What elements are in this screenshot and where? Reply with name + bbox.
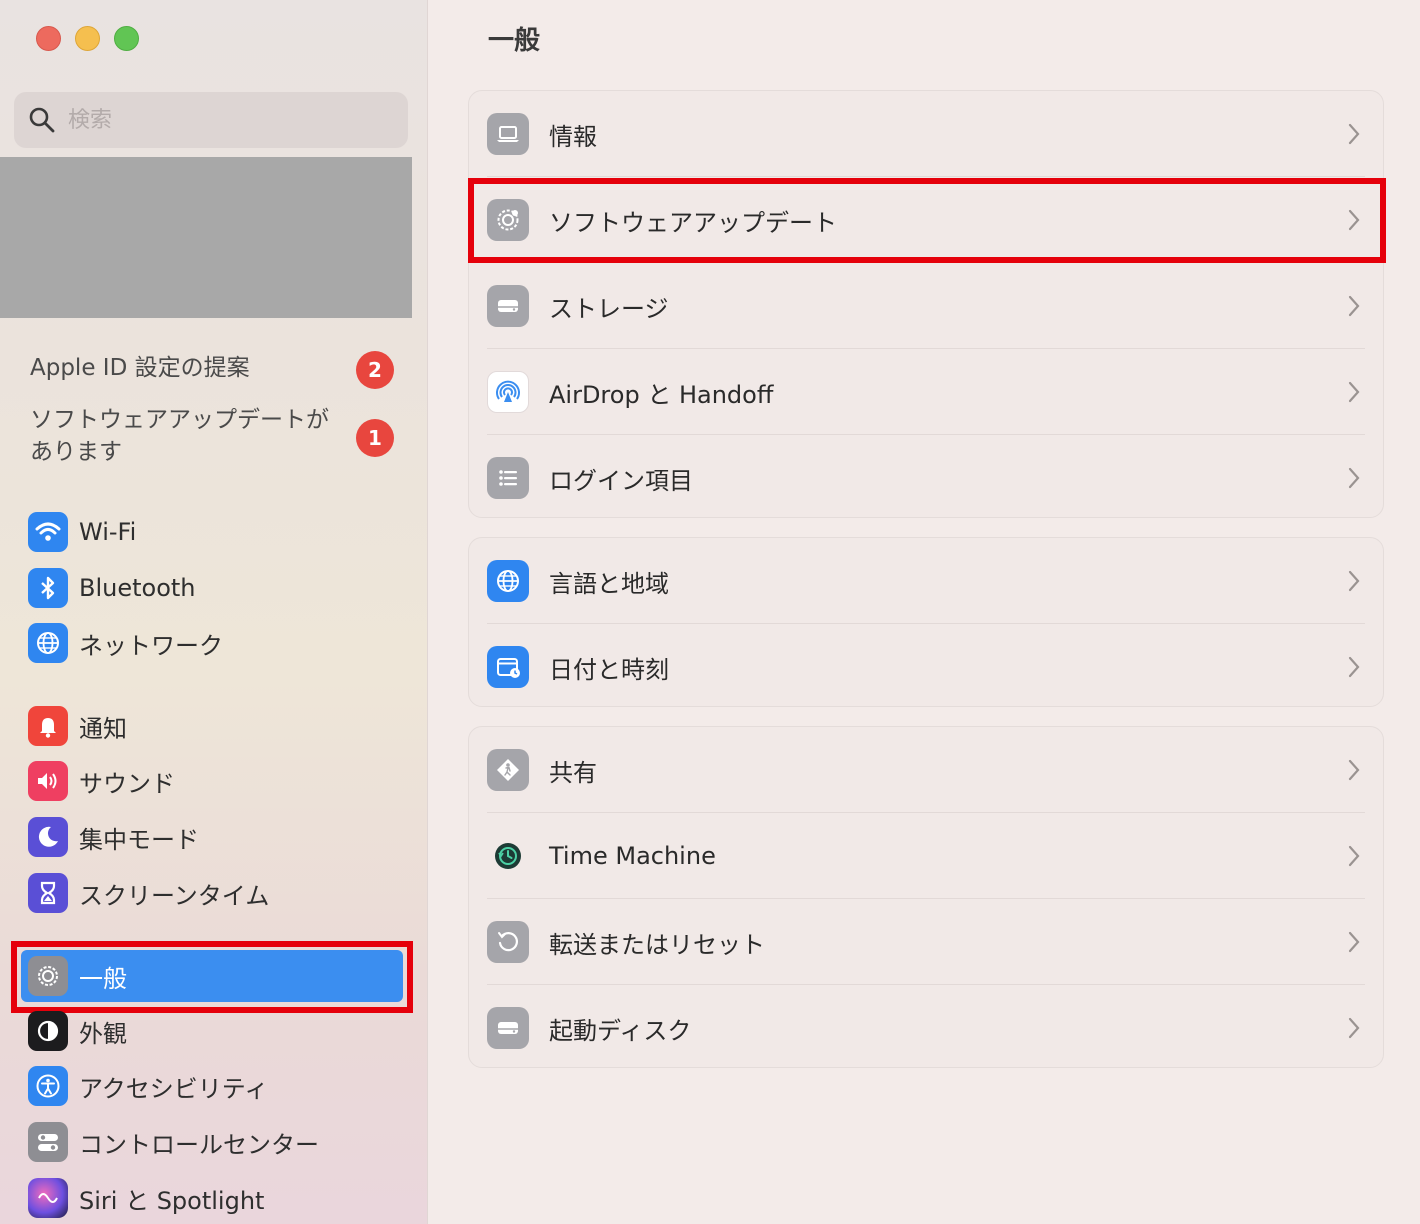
bluetooth-icon (28, 568, 68, 608)
row-label: ログイン項目 (549, 466, 693, 495)
suggestion-label: Apple ID 設定の提案 (30, 355, 250, 381)
sidebar-item-network[interactable]: ネットワーク (28, 619, 404, 667)
search-input[interactable] (68, 107, 368, 133)
chevron-right-icon (1348, 931, 1360, 953)
chevron-right-icon (1348, 381, 1360, 403)
row-about[interactable]: 情報 (469, 91, 1383, 177)
globe-icon (28, 623, 68, 663)
sidebar-item-control-center[interactable]: コントロールセンター (28, 1118, 404, 1166)
settings-group-sharing: 共有 Time Machine 転送またはリセット 起動ディスク (468, 726, 1384, 1068)
laptop-icon (487, 113, 529, 155)
chevron-right-icon (1348, 295, 1360, 317)
row-airdrop-handoff[interactable]: AirDrop と Handoff (469, 349, 1383, 435)
row-time-machine[interactable]: Time Machine (469, 813, 1383, 899)
list-icon (487, 457, 529, 499)
sidebar-item-label: ネットワーク (79, 631, 223, 660)
row-startup-disk[interactable]: 起動ディスク (469, 985, 1383, 1071)
calendar-clock-icon (487, 646, 529, 688)
sidebar-item-bluetooth[interactable]: Bluetooth (28, 564, 404, 612)
chevron-right-icon (1348, 570, 1360, 592)
accessibility-icon (28, 1066, 68, 1106)
sharing-icon (487, 749, 529, 791)
row-label: 転送またはリセット (549, 930, 765, 959)
sidebar: Apple ID 設定の提案 2 ソフトウェアアップデートがあります 1 Wi-… (0, 0, 428, 1224)
sidebar-item-accessibility[interactable]: アクセシビリティ (28, 1062, 404, 1110)
row-label: 起動ディスク (549, 1016, 692, 1045)
globe-icon (487, 560, 529, 602)
row-date-time[interactable]: 日付と時刻 (469, 624, 1383, 710)
sidebar-item-wifi[interactable]: Wi-Fi (28, 508, 404, 556)
notification-badge: 2 (356, 351, 394, 389)
hourglass-icon (28, 873, 68, 913)
toggles-icon (28, 1122, 68, 1162)
suggestion-apple-id[interactable]: Apple ID 設定の提案 2 (30, 351, 400, 389)
row-label: Time Machine (549, 842, 716, 870)
chevron-right-icon (1348, 467, 1360, 489)
row-label: AirDrop と Handoff (549, 380, 774, 409)
page-title: 一般 (488, 26, 541, 56)
chevron-right-icon (1348, 845, 1360, 867)
search-icon (29, 107, 55, 133)
appearance-icon (28, 1011, 68, 1051)
chevron-right-icon (1348, 656, 1360, 678)
close-window-button[interactable] (36, 26, 61, 51)
settings-group-locale: 言語と地域 日付と時刻 (468, 537, 1384, 707)
wifi-icon (28, 512, 68, 552)
drive-icon (487, 285, 529, 327)
disk-icon (487, 1007, 529, 1049)
sidebar-item-label: サウンド (79, 769, 175, 798)
sidebar-item-sound[interactable]: サウンド (28, 757, 404, 805)
chevron-right-icon (1348, 759, 1360, 781)
sidebar-item-siri-spotlight[interactable]: Siri と Spotlight (28, 1174, 404, 1222)
row-label: 日付と時刻 (549, 655, 669, 684)
sidebar-item-label: アクセシビリティ (79, 1074, 269, 1103)
highlight-box-software-update (468, 178, 1386, 263)
sidebar-item-label: Wi-Fi (79, 518, 137, 546)
sidebar-item-focus[interactable]: 集中モード (28, 813, 404, 861)
highlight-box-general (11, 941, 413, 1013)
row-label: 言語と地域 (549, 569, 669, 598)
sidebar-item-label: 外観 (79, 1019, 127, 1048)
row-label: ストレージ (549, 294, 669, 323)
minimize-window-button[interactable] (75, 26, 100, 51)
sidebar-item-label: Bluetooth (79, 574, 196, 602)
time-machine-icon (487, 835, 529, 877)
suggestion-label: ソフトウェアアップデートがあります (30, 407, 329, 465)
settings-group-system: 情報 ソフトウェアアップデート ストレージ AirDrop と Handoff … (468, 90, 1384, 518)
airdrop-icon (487, 371, 529, 413)
row-storage[interactable]: ストレージ (469, 263, 1383, 349)
moon-icon (28, 817, 68, 857)
sidebar-item-label: コントロールセンター (79, 1130, 319, 1159)
suggestion-software-update[interactable]: ソフトウェアアップデートがあります 1 (30, 404, 400, 468)
sidebar-item-label: 通知 (79, 714, 127, 743)
sidebar-item-label: Siri と Spotlight (79, 1186, 265, 1215)
row-label: 共有 (549, 758, 597, 787)
reset-icon (487, 921, 529, 963)
siri-icon (28, 1178, 68, 1218)
notification-badge: 1 (356, 419, 394, 457)
row-sharing[interactable]: 共有 (469, 727, 1383, 813)
bell-icon (28, 706, 68, 746)
redacted-account-area (0, 157, 412, 318)
chevron-right-icon (1348, 123, 1360, 145)
sidebar-item-label: スクリーンタイム (79, 881, 270, 910)
sidebar-item-appearance[interactable]: 外観 (28, 1007, 404, 1055)
chevron-right-icon (1348, 1017, 1360, 1039)
zoom-window-button[interactable] (114, 26, 139, 51)
speaker-icon (28, 761, 68, 801)
search-field[interactable] (14, 92, 408, 148)
sidebar-item-notifications[interactable]: 通知 (28, 702, 404, 750)
sidebar-item-label: 集中モード (79, 825, 199, 854)
window-controls (36, 26, 139, 51)
row-transfer-reset[interactable]: 転送またはリセット (469, 899, 1383, 985)
row-label: 情報 (549, 122, 597, 151)
row-login-items[interactable]: ログイン項目 (469, 435, 1383, 521)
sidebar-item-screen-time[interactable]: スクリーンタイム (28, 869, 404, 917)
row-language-region[interactable]: 言語と地域 (469, 538, 1383, 624)
